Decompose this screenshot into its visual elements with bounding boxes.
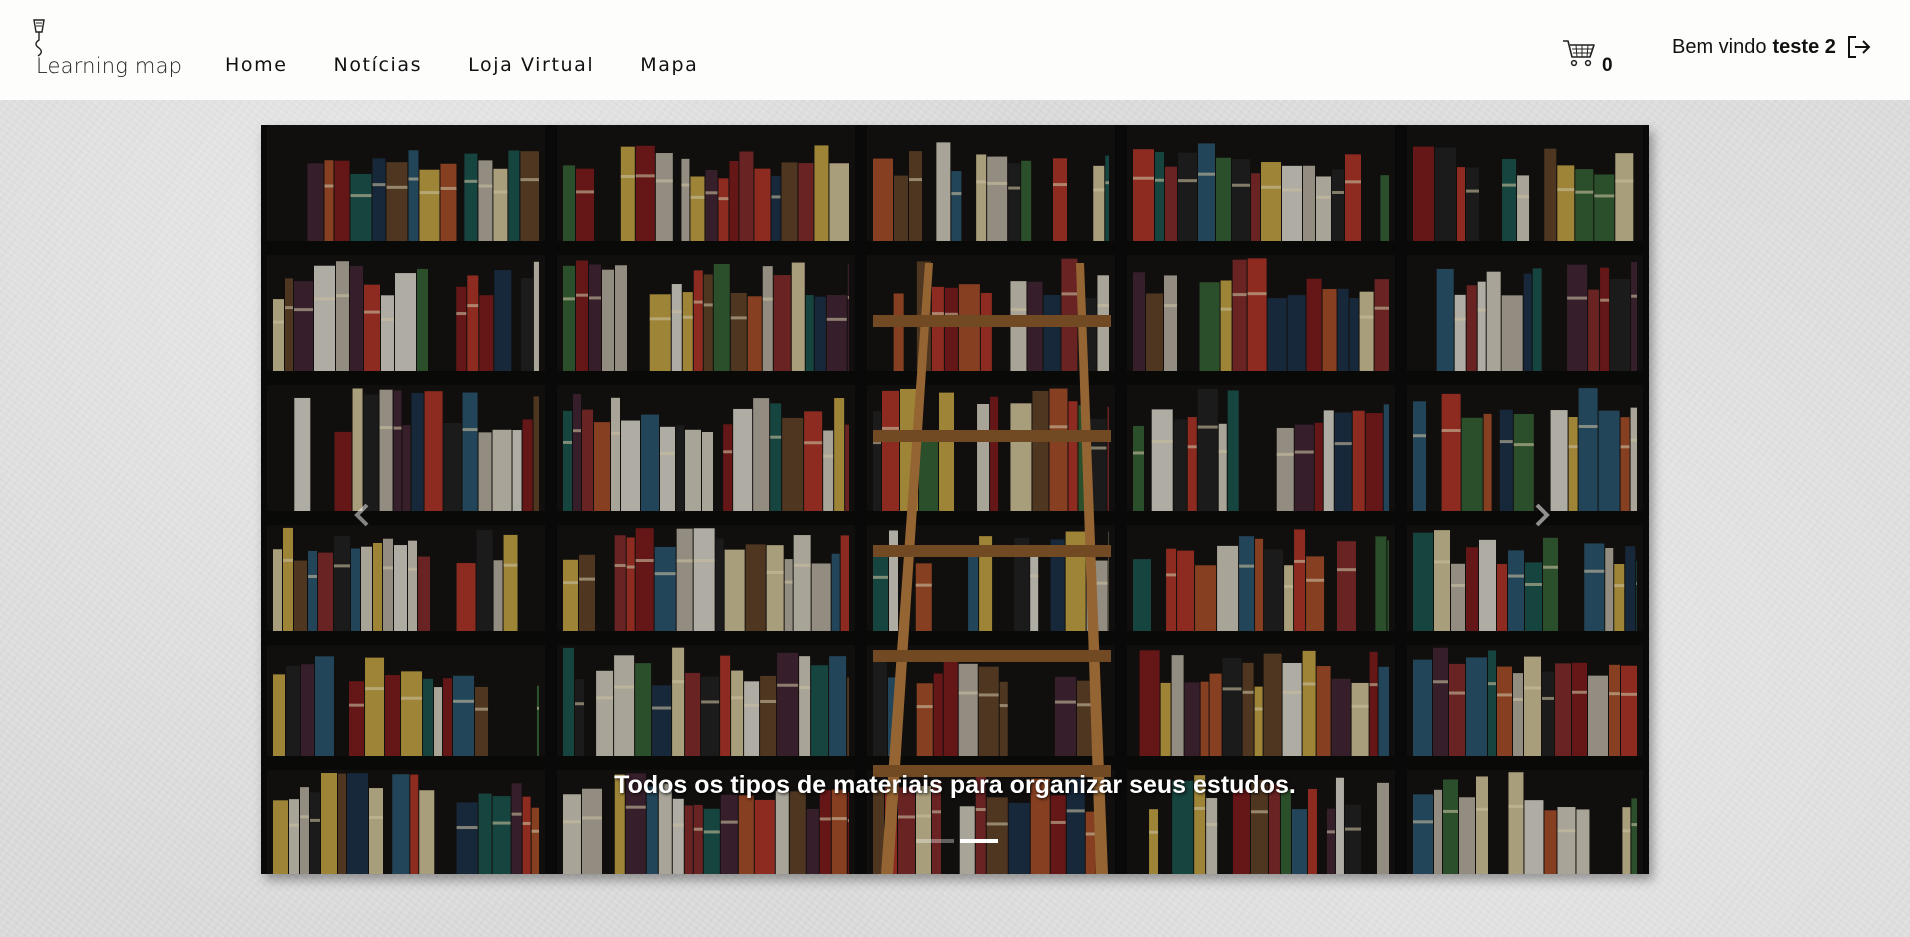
- username: teste 2: [1772, 35, 1836, 58]
- cart-icon: [1563, 40, 1595, 67]
- brand-logo[interactable]: Learning map: [30, 18, 190, 82]
- carousel-indicator-2[interactable]: [960, 839, 998, 843]
- carousel-caption: Todos os tipos de materiais para organiz…: [614, 771, 1296, 799]
- user-greeting: Bem vindo teste 2: [1672, 34, 1872, 60]
- cart-count-badge: 0: [1602, 55, 1613, 76]
- top-navbar: Learning map Home Notícias Loja Virtual …: [0, 0, 1910, 100]
- carousel-slide-image: [261, 125, 1649, 874]
- carousel-indicators: [913, 839, 1001, 843]
- chevron-left-icon[interactable]: [341, 485, 381, 545]
- cart-button[interactable]: 0: [1562, 38, 1622, 78]
- main-nav: Home Notícias Loja Virtual Mapa: [225, 54, 744, 76]
- carousel-indicator-1[interactable]: [916, 839, 954, 843]
- logo-text: Learning map: [36, 54, 183, 78]
- chevron-right-icon[interactable]: [1523, 485, 1563, 545]
- nav-loja-virtual[interactable]: Loja Virtual: [468, 54, 594, 76]
- nav-mapa[interactable]: Mapa: [640, 54, 698, 76]
- logout-icon[interactable]: [1846, 34, 1872, 60]
- nav-home[interactable]: Home: [225, 54, 288, 76]
- welcome-label: Bem vindo: [1672, 35, 1767, 58]
- hero-carousel: Todos os tipos de materiais para organiz…: [261, 125, 1649, 874]
- nav-noticias[interactable]: Notícias: [334, 54, 423, 76]
